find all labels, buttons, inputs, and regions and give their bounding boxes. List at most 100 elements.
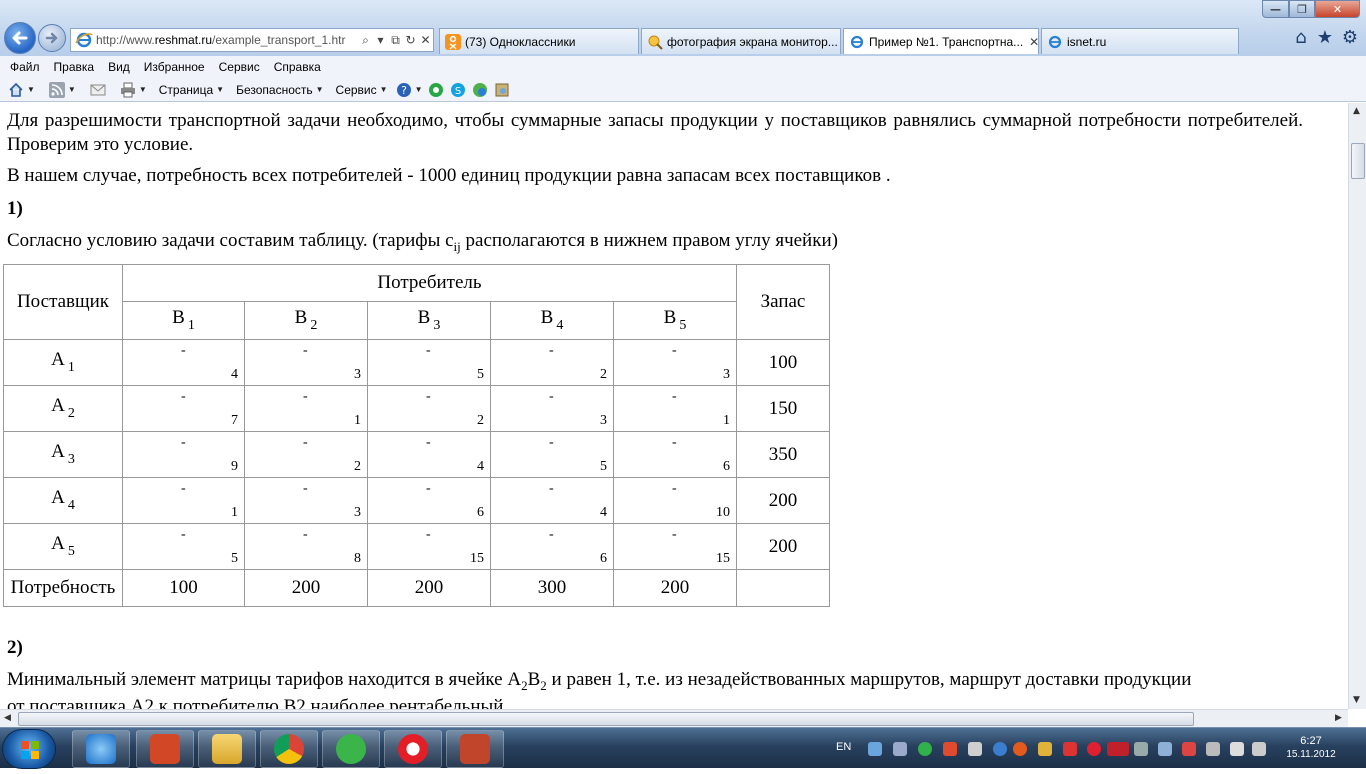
compatibility-icon[interactable]: ⧉	[388, 33, 403, 48]
safety-menu[interactable]: Безопасность ▼	[236, 83, 323, 97]
search-icon[interactable]: ⌕	[358, 33, 373, 48]
settings-gear-icon[interactable]: ⚙	[1340, 28, 1360, 48]
scroll-left-arrow-icon[interactable]: ◀	[4, 713, 11, 723]
scroll-down-arrow-icon[interactable]: ▼	[1353, 695, 1360, 705]
start-button[interactable]	[2, 729, 56, 769]
supplier-index: 3	[67, 452, 75, 467]
allocation-dash: -	[181, 342, 186, 358]
addon-research-button[interactable]	[494, 82, 510, 98]
cost-cell: -2	[490, 339, 614, 386]
addon-globe-button[interactable]	[472, 82, 488, 98]
refresh-icon[interactable]: ↻	[403, 33, 418, 47]
demand-cell: 200	[613, 569, 737, 607]
page-menu[interactable]: Страница ▼	[159, 83, 224, 97]
tab-example-transport[interactable]: Пример №1. Транспортна... ✕	[843, 28, 1039, 54]
supplier-name: A	[51, 395, 65, 416]
horizontal-scrollbar[interactable]: ◀ ▶	[0, 709, 1348, 727]
favorites-star-icon[interactable]: ★	[1315, 28, 1335, 48]
tab-odnoklassniki[interactable]: (73) Одноклассники	[439, 28, 639, 54]
scroll-up-arrow-icon[interactable]: ▲	[1353, 106, 1360, 116]
vertical-scroll-thumb[interactable]	[1351, 143, 1365, 179]
tray-tool-icon[interactable]	[943, 742, 957, 756]
tray-volume-icon[interactable]	[1230, 742, 1244, 756]
allocation-dash: -	[672, 526, 677, 542]
allocation-dash: -	[181, 480, 186, 496]
addon-skype-button[interactable]: S	[450, 82, 466, 98]
allocation-dash: -	[181, 388, 186, 404]
tray-antivirus-icon[interactable]	[1063, 742, 1077, 756]
scroll-right-arrow-icon[interactable]: ▶	[1335, 713, 1342, 723]
tray-flag-icon[interactable]	[1182, 742, 1196, 756]
tray-battery-icon[interactable]	[1206, 742, 1220, 756]
taskbar-mailagent[interactable]	[322, 730, 380, 768]
table-body: A 1-4-3-5-2-3 100 A 2-7-1-2-3-1 150 A 3-9-2-4-5…	[3, 339, 830, 570]
cost-cell: -7	[122, 385, 245, 432]
tray-agent-icon[interactable]	[918, 742, 932, 756]
menu-file[interactable]: Файл	[10, 60, 40, 74]
taskbar-chrome[interactable]	[260, 730, 318, 768]
language-indicator[interactable]: EN	[836, 741, 851, 753]
feeds-command[interactable]: ▼	[48, 81, 76, 98]
tray-display-icon[interactable]	[1158, 742, 1172, 756]
cost-cell: -8	[244, 523, 368, 570]
stop-icon[interactable]: ✕	[418, 33, 433, 47]
supplier-index: 4	[67, 498, 75, 513]
system-clock[interactable]: 6:27 15.11.2012	[1276, 734, 1346, 762]
tray-signal-icon[interactable]	[1252, 742, 1266, 756]
home-icon[interactable]: ⌂	[1291, 28, 1311, 48]
allocation-dash: -	[672, 434, 677, 450]
tray-opera-icon[interactable]	[1087, 742, 1101, 756]
vertical-scrollbar[interactable]: ▲ ▼	[1348, 103, 1366, 709]
menu-view[interactable]: Вид	[108, 60, 130, 74]
tray-ati-icon[interactable]	[1107, 742, 1129, 756]
print-command[interactable]: ▼	[120, 82, 147, 98]
tray-app-icon[interactable]	[968, 742, 982, 756]
taskbar-presentation[interactable]	[136, 730, 194, 768]
taskbar-ie[interactable]	[72, 730, 130, 768]
taskbar-opera[interactable]	[384, 730, 442, 768]
url-domain: reshmat.ru	[154, 33, 213, 47]
mail-command[interactable]	[90, 82, 106, 98]
allocation-dash: -	[549, 434, 554, 450]
taskbar-slides[interactable]	[446, 730, 504, 768]
tray-skype-icon[interactable]	[993, 742, 1007, 756]
help-command[interactable]: ? ▼	[396, 82, 422, 98]
address-bar[interactable]: http://www.reshmat.ru/example_transport_…	[70, 28, 434, 52]
tab-isnet[interactable]: isnet.ru	[1041, 28, 1239, 54]
url-text[interactable]: http://www.reshmat.ru/example_transport_…	[96, 33, 358, 47]
tariff-value: 15	[716, 550, 730, 566]
addon-green-button[interactable]	[428, 82, 444, 98]
tab-search-photo[interactable]: фотография экрана монитор...	[641, 28, 841, 54]
tray-update-icon[interactable]	[1013, 742, 1027, 756]
menu-tools[interactable]: Сервис	[219, 60, 260, 74]
allocation-dash: -	[426, 388, 431, 404]
tools-menu[interactable]: Сервис ▼	[336, 83, 388, 97]
slideshow-icon	[460, 734, 490, 764]
tray-device-icon[interactable]	[1134, 742, 1148, 756]
tray-music-icon[interactable]	[893, 742, 907, 756]
windows-taskbar: EN 6:27 15.11.2012	[0, 727, 1366, 769]
home-command[interactable]: ▼	[8, 82, 35, 98]
intro-text: Согласно условию задачи составим таблицу…	[7, 230, 454, 251]
forward-button[interactable]	[38, 24, 66, 52]
tray-security-icon[interactable]	[1038, 742, 1052, 756]
horizontal-scroll-thumb[interactable]	[18, 712, 1194, 726]
taskbar-explorer[interactable]	[198, 730, 256, 768]
menu-edit[interactable]: Правка	[54, 60, 95, 74]
allocation-dash: -	[426, 526, 431, 542]
tray-network-icon[interactable]	[868, 742, 882, 756]
column-index: 4	[556, 318, 564, 333]
dropdown-arrow-icon[interactable]: ▾	[373, 33, 388, 47]
close-tab-icon[interactable]: ✕	[1029, 35, 1038, 49]
close-window-button[interactable]: ✕	[1315, 0, 1360, 18]
menu-favorites[interactable]: Избранное	[144, 60, 205, 74]
back-button[interactable]	[4, 22, 36, 54]
maximize-button[interactable]: ❐	[1289, 0, 1315, 18]
tariff-value: 1	[354, 412, 361, 428]
stock-cell: 100	[736, 339, 830, 386]
demand-label: Потребность	[3, 569, 123, 607]
menu-help[interactable]: Справка	[274, 60, 321, 74]
step-heading-2: 2)	[7, 637, 23, 658]
minimize-button[interactable]: —	[1262, 0, 1289, 18]
tariff-value: 3	[600, 412, 607, 428]
